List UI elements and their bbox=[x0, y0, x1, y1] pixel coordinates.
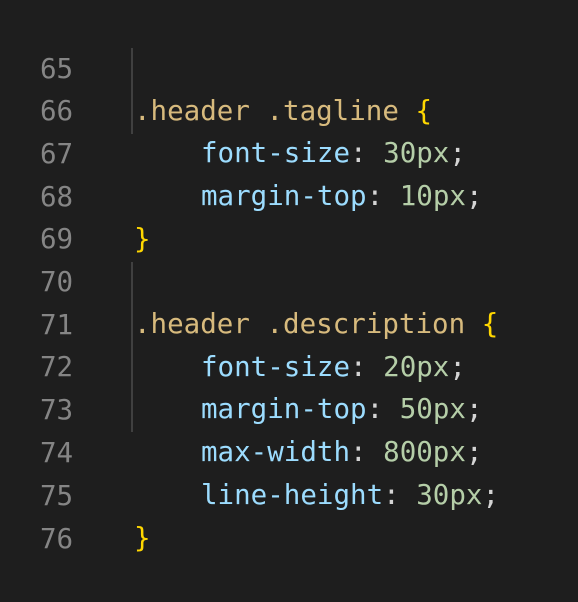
code-line[interactable]: 72 margin-top: 50px; bbox=[0, 304, 578, 425]
code-line[interactable]: 66 font-size: 30px; bbox=[0, 48, 578, 169]
code-editor[interactable]: 65 .header .tagline { 66 font-size: 30px… bbox=[0, 0, 578, 555]
code-line[interactable]: 73 max-width: 800px; bbox=[0, 347, 578, 468]
code-line[interactable]: 71 font-size: 20px; bbox=[0, 262, 578, 383]
code-line[interactable]: 69 bbox=[0, 176, 578, 255]
line-content: } bbox=[134, 517, 151, 559]
code-line[interactable]: 74 line-height: 30px; bbox=[0, 390, 578, 511]
code-line[interactable]: 67 margin-top: 10px; bbox=[0, 91, 578, 212]
line-number: 76 bbox=[40, 523, 74, 555]
code-line[interactable]: 65 .header .tagline { bbox=[0, 6, 578, 127]
code-line[interactable]: 75 } bbox=[0, 433, 578, 554]
code-line[interactable]: 76 bbox=[0, 476, 578, 555]
close-brace: } bbox=[134, 522, 151, 554]
code-line[interactable]: 70 .header .description { bbox=[0, 219, 578, 340]
code-line[interactable]: 68 } bbox=[0, 134, 578, 255]
